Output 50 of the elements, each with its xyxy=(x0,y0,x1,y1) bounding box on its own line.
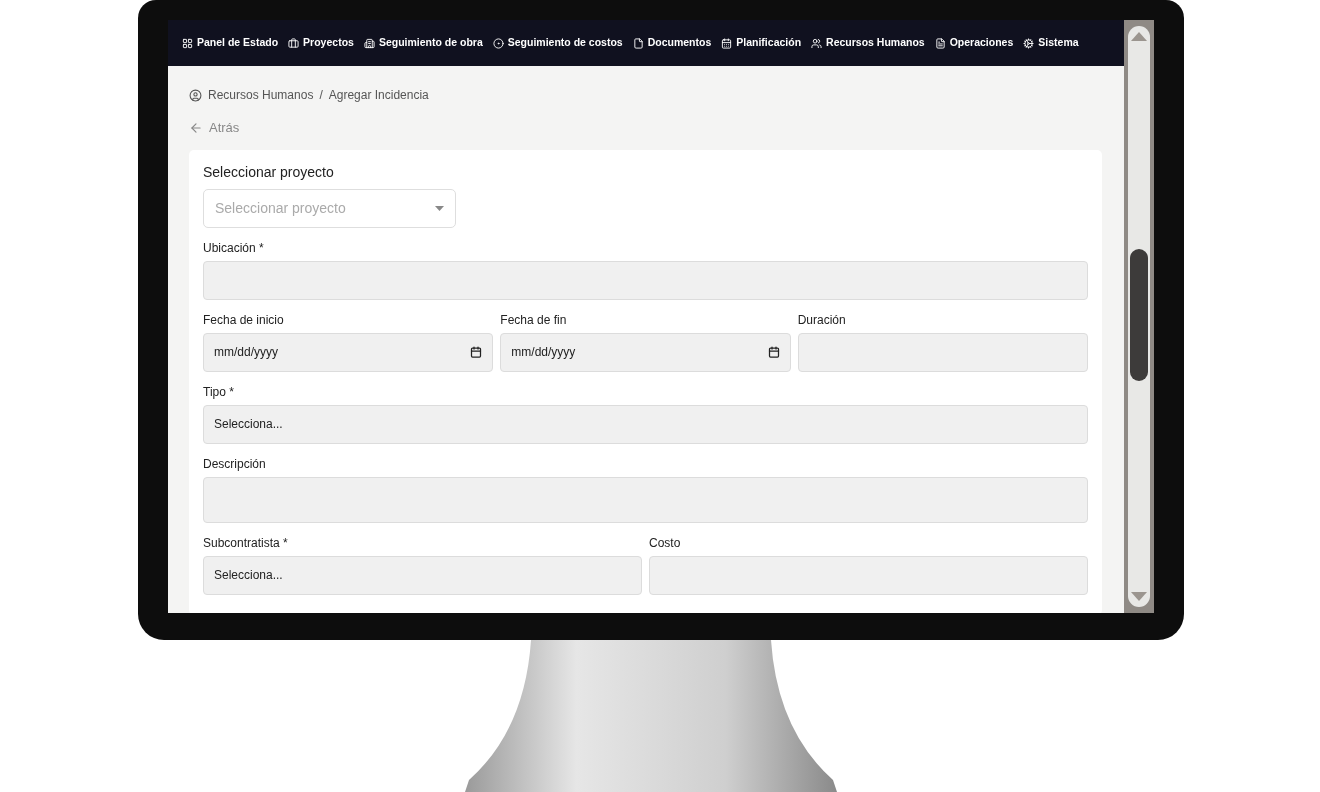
text-field[interactable] xyxy=(797,332,1088,372)
scroll-down-icon[interactable] xyxy=(1131,592,1147,601)
nav-item[interactable]: Seguimiento de obra xyxy=(363,35,483,51)
grid-icon xyxy=(182,37,193,49)
nav-item[interactable]: Sistema xyxy=(1023,35,1079,51)
field-label: Subcontratista * xyxy=(203,534,289,552)
nav-item[interactable]: Panel de Estado xyxy=(182,35,279,51)
select-field[interactable]: Selecciona... xyxy=(203,404,1088,444)
field-label: Duración xyxy=(797,311,847,329)
select-field[interactable]: Selecciona... xyxy=(203,555,642,595)
document-icon xyxy=(934,37,946,49)
field-label: Costo xyxy=(649,534,682,552)
users-icon xyxy=(811,37,823,49)
date-placeholder: mm/dd/yyyy xyxy=(214,344,278,361)
field-label: Descripción xyxy=(203,455,267,473)
text-area[interactable] xyxy=(203,476,1088,523)
calendar-icon xyxy=(721,37,733,49)
nav-item[interactable]: Seguimiento de costos xyxy=(492,35,623,51)
date-field[interactable]: mm/dd/yyyy xyxy=(500,332,791,372)
nav-item[interactable]: Proyectos xyxy=(288,35,354,51)
date-placeholder: mm/dd/yyyy xyxy=(511,344,576,361)
scroll-thumb[interactable] xyxy=(1130,249,1148,381)
scrollbar[interactable] xyxy=(1124,20,1154,613)
user-circle-icon xyxy=(189,88,202,102)
field-label: Tipo * xyxy=(203,383,235,401)
text-field[interactable] xyxy=(203,260,1088,300)
calendar-icon[interactable] xyxy=(767,346,780,358)
back-arrow-icon xyxy=(189,120,203,135)
dropdown-caret-icon xyxy=(435,205,444,211)
breadcrumb-separator: / xyxy=(319,87,323,104)
field-label: Fecha de inicio xyxy=(203,311,285,329)
date-field[interactable]: mm/dd/yyyy xyxy=(203,332,494,372)
field-label: Ubicación * xyxy=(203,239,265,257)
field-label: Fecha de fin xyxy=(500,311,568,329)
breadcrumb-link[interactable]: Agregar Incidencia xyxy=(328,86,429,104)
briefcase-icon xyxy=(288,37,300,49)
building-icon xyxy=(363,37,375,49)
nav-item[interactable]: Planificación xyxy=(721,35,802,51)
text-field[interactable] xyxy=(649,555,1088,595)
breadcrumb-link[interactable]: Recursos Humanos xyxy=(208,86,314,104)
scroll-up-icon[interactable] xyxy=(1131,32,1147,41)
file-icon xyxy=(632,37,644,49)
cog-icon xyxy=(1023,37,1035,49)
field-label: Seleccionar proyecto xyxy=(203,162,335,182)
calendar-icon[interactable] xyxy=(470,346,483,358)
nav-item[interactable]: Recursos Humanos xyxy=(811,35,925,51)
dropdown-placeholder: Seleccionar proyecto xyxy=(215,198,346,218)
disc-icon xyxy=(492,37,504,49)
nav-item[interactable]: Operaciones xyxy=(934,35,1014,51)
nav-item[interactable]: Documentos xyxy=(632,35,712,51)
